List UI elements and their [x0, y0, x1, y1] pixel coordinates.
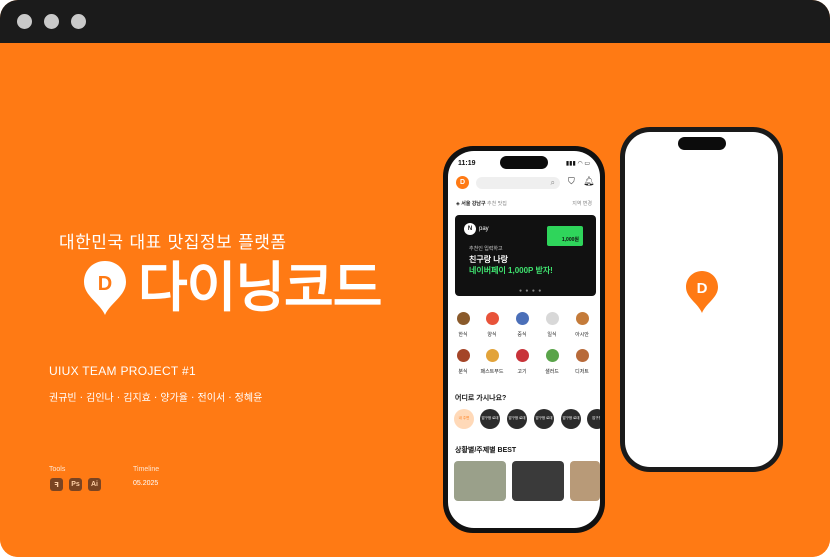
- phone-mockup-splash: D: [620, 127, 783, 472]
- illustrator-icon: Ai: [88, 478, 101, 491]
- splash-screen: D: [625, 132, 778, 467]
- figma-icon: ꟻ: [50, 478, 63, 491]
- category-snack[interactable]: 분식: [450, 349, 476, 375]
- brand-name: 다이닝코드: [138, 256, 382, 319]
- place-item[interactable]: 압구정: [587, 409, 600, 429]
- pin-logo-icon: D: [84, 261, 126, 315]
- photoshop-icon: Ps: [69, 478, 82, 491]
- window-maximize-button[interactable]: [71, 14, 86, 29]
- svg-text:D: D: [98, 273, 112, 295]
- category-chinese[interactable]: 중식: [509, 312, 535, 338]
- category-meat[interactable]: 고기: [509, 349, 535, 375]
- location-change-link[interactable]: 지역 변경: [572, 200, 592, 207]
- svg-text:D: D: [697, 280, 708, 297]
- browser-window: 대한민국 대표 맛집정보 플랫폼 D 다이닝코드 UIUX TEAM PROJE…: [0, 0, 830, 557]
- dynamic-island: [500, 156, 548, 169]
- category-japanese[interactable]: 일식: [539, 312, 565, 338]
- place-nearby[interactable]: 내 주변: [454, 409, 474, 429]
- naverpay-icon: N: [464, 223, 476, 235]
- search-input[interactable]: ⌕: [476, 177, 560, 189]
- brand-logo: D 다이닝코드: [82, 256, 382, 319]
- location-selector[interactable]: ◈ 서울 강남구 추천 맛집: [456, 200, 507, 207]
- place-item[interactable]: 압구정 로데: [507, 409, 527, 429]
- window-minimize-button[interactable]: [44, 14, 59, 29]
- best-thumbnail[interactable]: [454, 461, 506, 501]
- banner-line-3: 네이버페이 1,000P 받자!: [469, 266, 553, 275]
- timeline-label: Timeline: [133, 466, 160, 473]
- bookmark-icon[interactable]: ⛉: [568, 176, 575, 187]
- tagline: 대한민국 대표 맛집정보 플랫폼: [59, 233, 287, 253]
- status-time: 11:19: [458, 160, 476, 167]
- category-fastfood[interactable]: 패스트푸드: [479, 349, 505, 375]
- best-thumbnail[interactable]: [570, 461, 600, 501]
- coupon-graphic: 1,000원: [547, 226, 583, 246]
- tools-label: Tools: [49, 466, 66, 473]
- banner-pager[interactable]: ● ● ● ●: [519, 288, 542, 294]
- banner-line-1: 추천인 입력하고: [469, 246, 503, 252]
- timeline-value: 05.2025: [133, 480, 159, 487]
- promo-banner[interactable]: N pay 1,000원 추천인 입력하고 친구랑 나랑 네이버페이 1,000…: [455, 215, 596, 296]
- pay-label: pay: [479, 226, 489, 232]
- place-item[interactable]: 압구정 로데: [480, 409, 500, 429]
- category-korean[interactable]: 한식: [450, 312, 476, 338]
- status-icons: ▮▮▮ ◠ ▭: [565, 161, 590, 167]
- search-icon: ⌕: [550, 178, 555, 187]
- app-logo-icon[interactable]: D: [456, 176, 469, 189]
- place-item[interactable]: 압구정 로데: [561, 409, 581, 429]
- presentation-canvas: 대한민국 대표 맛집정보 플랫폼 D 다이닝코드 UIUX TEAM PROJE…: [0, 43, 830, 557]
- window-close-button[interactable]: [17, 14, 32, 29]
- team-members: 권규빈 · 김인나 · 김지효 · 양가율 · 전이서 · 정혜윤: [49, 393, 263, 404]
- bell-icon[interactable]: 🔔︎: [583, 176, 594, 187]
- category-salad[interactable]: 샐러드: [539, 349, 565, 375]
- splash-logo-icon: D: [686, 271, 718, 313]
- section-where: 어디로 가시나요?: [455, 395, 507, 402]
- project-title: UIUX TEAM PROJECT #1: [49, 364, 196, 378]
- category-western[interactable]: 양식: [479, 312, 505, 338]
- window-titlebar: [0, 0, 830, 43]
- category-asian[interactable]: 아시안: [569, 312, 595, 338]
- phone-mockup-app: 11:19 ▮▮▮ ◠ ▭ D ⌕ ⛉ 🔔︎ ◈ 서울 강남구 추천 맛집 지역…: [443, 146, 605, 533]
- banner-line-2: 친구랑 나랑: [469, 255, 509, 264]
- category-dessert[interactable]: 디저트: [569, 349, 595, 375]
- app-screen: 11:19 ▮▮▮ ◠ ▭ D ⌕ ⛉ 🔔︎ ◈ 서울 강남구 추천 맛집 지역…: [448, 151, 600, 528]
- section-best: 상황별/주제별 BEST: [455, 447, 517, 454]
- coupon-amount: 1,000원: [561, 237, 579, 243]
- best-thumbnail[interactable]: [512, 461, 564, 501]
- dynamic-island: [678, 137, 726, 150]
- place-item[interactable]: 압구정 로데: [534, 409, 554, 429]
